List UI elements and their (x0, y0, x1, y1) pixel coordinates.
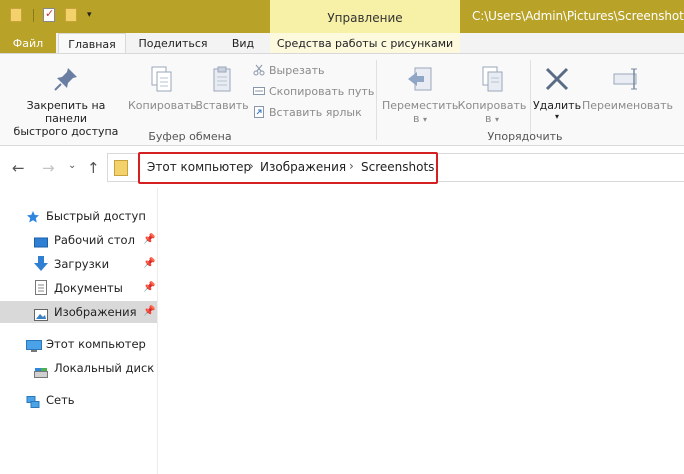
move-to-button[interactable]: Переместить в ▾ (382, 64, 458, 126)
copy-button[interactable]: Копировать (128, 64, 197, 112)
nav-quick-access-label: Быстрый доступ (46, 209, 146, 223)
desktop-icon (34, 234, 48, 248)
nav-item-pictures-label: Изображения (54, 305, 137, 319)
nav-item-desktop-label: Рабочий стол (54, 233, 135, 247)
copy-path-icon (253, 85, 265, 97)
star-icon (26, 209, 40, 223)
new-folder-icon[interactable] (65, 8, 77, 22)
copy-path-label: Скопировать путь (269, 85, 375, 98)
navigation-pane: Быстрый доступ Рабочий стол 📌 Загрузки 📌… (0, 188, 158, 474)
copy-to-icon (477, 64, 507, 94)
file-list-area[interactable] (159, 188, 684, 474)
cut-label: Вырезать (269, 64, 325, 77)
window-title: C:\Users\Admin\Pictures\Screenshots (472, 9, 684, 23)
pin-label-line2: быстрого доступа (13, 125, 119, 138)
hard-drive-icon (34, 363, 48, 378)
pin-icon[interactable]: 📌 (143, 301, 155, 323)
nav-local-disk[interactable]: Локальный диск (С (0, 357, 158, 379)
forward-arrow-icon[interactable]: → (42, 159, 55, 177)
properties-icon[interactable] (43, 7, 55, 22)
copy-to-label-line1: Копировать (457, 99, 527, 112)
move-icon (405, 64, 435, 94)
up-arrow-icon[interactable]: ↑ (87, 159, 100, 177)
scissors-icon (253, 64, 265, 76)
nav-network[interactable]: Сеть (0, 389, 158, 411)
nav-quick-access[interactable]: Быстрый доступ (0, 205, 158, 227)
pin-icon[interactable]: 📌 (143, 229, 155, 251)
rename-button[interactable]: Переименовать (582, 64, 674, 112)
move-to-label-line2: в (413, 112, 420, 125)
tab-picture-tools[interactable]: Средства работы с рисунками (276, 33, 454, 54)
delete-button[interactable]: Удалить ▾ (532, 64, 582, 122)
nav-item-pictures[interactable]: Изображения 📌 (0, 301, 157, 323)
rename-label: Переименовать (582, 99, 674, 112)
tab-file[interactable]: Файл (0, 33, 56, 54)
copy-icon (146, 64, 176, 94)
copy-path-button[interactable]: Скопировать путь (253, 84, 374, 100)
folder-icon[interactable] (10, 8, 22, 22)
folder-icon (114, 160, 128, 176)
nav-item-desktop[interactable]: Рабочий стол 📌 (0, 229, 158, 251)
paste-shortcut-label: Вставить ярлык (269, 106, 362, 119)
paste-shortcut-button[interactable]: Вставить ярлык (253, 105, 362, 121)
copy-to-button[interactable]: Копировать в ▾ (456, 64, 528, 126)
nav-local-disk-label: Локальный диск (С (54, 361, 158, 375)
breadcrumb-pictures[interactable]: Изображения (260, 160, 346, 174)
pin-icon[interactable]: 📌 (143, 277, 155, 299)
tab-home[interactable]: Главная (58, 33, 126, 54)
pin-icon (51, 64, 81, 94)
network-icon (26, 394, 40, 408)
chevron-down-icon: ▾ (422, 115, 427, 124)
chevron-down-icon: ▾ (554, 112, 559, 121)
copy-to-label-line2: в (485, 112, 492, 125)
nav-network-label: Сеть (46, 393, 75, 407)
organize-group-label: Упорядочить (487, 130, 563, 143)
nav-item-downloads-label: Загрузки (54, 257, 110, 271)
nav-item-documents-label: Документы (54, 281, 123, 295)
title-bar: ▾ Управление C:\Users\Admin\Pictures\Scr… (0, 0, 684, 33)
paste-label: Вставить (195, 99, 249, 112)
computer-icon (26, 338, 42, 352)
copy-label: Копировать (128, 99, 197, 112)
context-tab-header: Управление (270, 0, 460, 33)
ribbon-separator (530, 60, 531, 140)
paste-icon (207, 64, 237, 94)
pictures-icon (34, 306, 48, 321)
toolbar-separator (33, 9, 34, 22)
ribbon-tabs: Файл Главная Поделиться Вид Средства раб… (0, 33, 684, 54)
ribbon: Закрепить на панели быстрого доступа Коп… (0, 53, 684, 146)
pin-icon[interactable]: 📌 (143, 253, 155, 275)
nav-this-pc[interactable]: Этот компьютер (0, 333, 158, 355)
ribbon-separator (376, 60, 377, 140)
delete-icon (542, 64, 572, 94)
delete-label: Удалить (532, 99, 582, 112)
cut-button[interactable]: Вырезать (253, 63, 324, 79)
pin-label-line1: Закрепить на панели (26, 99, 106, 125)
breadcrumb-screenshots[interactable]: Screenshots (361, 160, 434, 174)
move-to-label-line1: Переместить (382, 99, 459, 112)
breadcrumb-this-pc[interactable]: Этот компьютер (147, 160, 251, 174)
chevron-down-icon[interactable]: ▾ (87, 11, 97, 20)
recent-locations-chevron-icon[interactable]: ⌄ (68, 160, 76, 171)
back-arrow-icon[interactable]: ← (12, 159, 25, 177)
nav-item-documents[interactable]: Документы 📌 (0, 277, 158, 299)
nav-item-downloads[interactable]: Загрузки 📌 (0, 253, 158, 275)
tab-share[interactable]: Поделиться (132, 33, 214, 54)
documents-icon (35, 280, 49, 295)
tab-view[interactable]: Вид (222, 33, 264, 54)
nav-this-pc-label: Этот компьютер (46, 337, 146, 351)
breadcrumb-chevron-icon[interactable]: › (349, 159, 354, 173)
rename-icon (612, 64, 642, 94)
breadcrumb-chevron-icon[interactable]: › (249, 159, 254, 173)
shortcut-icon (253, 106, 265, 118)
download-icon (34, 256, 48, 271)
chevron-down-icon: ▾ (494, 115, 499, 124)
clipboard-group-label: Буфер обмена (148, 130, 232, 143)
pin-quick-access-button[interactable]: Закрепить на панели быстрого доступа (4, 64, 128, 138)
paste-button[interactable]: Вставить (194, 64, 250, 112)
